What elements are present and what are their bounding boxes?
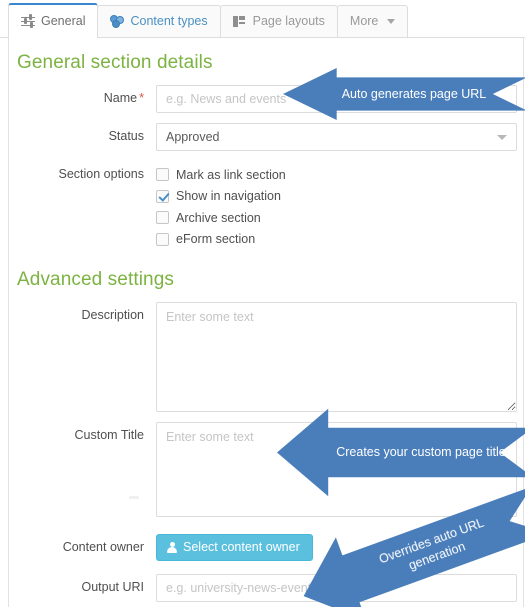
name-label: Name * — [9, 85, 156, 105]
section-options-label: Section options — [58, 167, 144, 181]
advanced-settings-heading: Advanced settings — [17, 269, 174, 290]
description-field-wrap — [156, 302, 523, 412]
content-stack-icon — [110, 15, 125, 28]
tab-more[interactable]: More — [336, 5, 409, 37]
chevron-down-icon — [387, 19, 396, 24]
description-textarea[interactable] — [156, 302, 517, 412]
row-status: Status Approved — [9, 118, 523, 156]
tab-general[interactable]: General — [8, 3, 99, 38]
checkbox-label: Mark as link section — [176, 167, 286, 182]
content-owner-label: Content owner — [62, 540, 144, 554]
checkbox-label: eForm section — [176, 232, 256, 247]
row-description: Description — [9, 297, 523, 417]
checkbox-eform-section[interactable]: eForm section — [156, 229, 517, 251]
checkbox-mark-as-link-section[interactable]: Mark as link section — [156, 164, 517, 186]
user-icon — [167, 541, 177, 553]
callout-text: Creates your custom page title — [336, 445, 506, 460]
page-layout-icon — [232, 15, 247, 28]
checkbox-label: Show in navigation — [176, 189, 281, 204]
description-label: Description — [81, 308, 144, 322]
checkbox-box — [156, 211, 169, 225]
checkbox-box — [156, 168, 169, 182]
section-details-screen: General Content types Page layouts More … — [0, 0, 525, 607]
required-asterisk: * — [139, 91, 144, 105]
chevron-down-icon — [497, 135, 507, 140]
status-select[interactable]: Approved — [156, 123, 517, 151]
custom-title-label: Custom Title — [74, 428, 144, 442]
name-label-text: Name — [103, 91, 138, 105]
general-section-heading: General section details — [17, 52, 213, 73]
status-label: Status — [108, 129, 144, 143]
checkbox-show-in-navigation[interactable]: Show in navigation — [156, 186, 517, 208]
sliders-icon — [21, 14, 35, 28]
select-content-owner-button[interactable]: Select content owner — [156, 534, 313, 561]
section-options-group: Mark as link section Show in navigation … — [156, 161, 523, 250]
checkbox-label: Archive section — [176, 210, 261, 225]
tab-content-types[interactable]: Content types — [97, 5, 221, 37]
output-uri-label: Output URI — [81, 579, 144, 594]
select-content-owner-label: Select content owner — [183, 540, 300, 554]
tab-page-layouts[interactable]: Page layouts — [219, 5, 338, 37]
row-section-options: Section options Mark as link section Sho… — [9, 156, 523, 255]
row-output-uri: Output URI — [9, 566, 523, 607]
faint-dash-mark — [129, 496, 139, 499]
checkbox-box — [156, 232, 169, 246]
callout-text: Auto generates page URL — [341, 86, 487, 101]
tab-bar: General Content types Page layouts More — [0, 0, 525, 38]
status-field-wrap: Approved — [156, 123, 523, 151]
tab-more-label: More — [349, 14, 379, 29]
checkbox-box-checked — [156, 189, 169, 203]
checkbox-archive-section[interactable]: Archive section — [156, 207, 517, 229]
tab-page-layouts-label: Page layouts — [252, 14, 325, 29]
tab-content-types-label: Content types — [130, 14, 208, 29]
tab-general-label: General — [41, 13, 86, 28]
status-select-value: Approved — [156, 123, 517, 151]
